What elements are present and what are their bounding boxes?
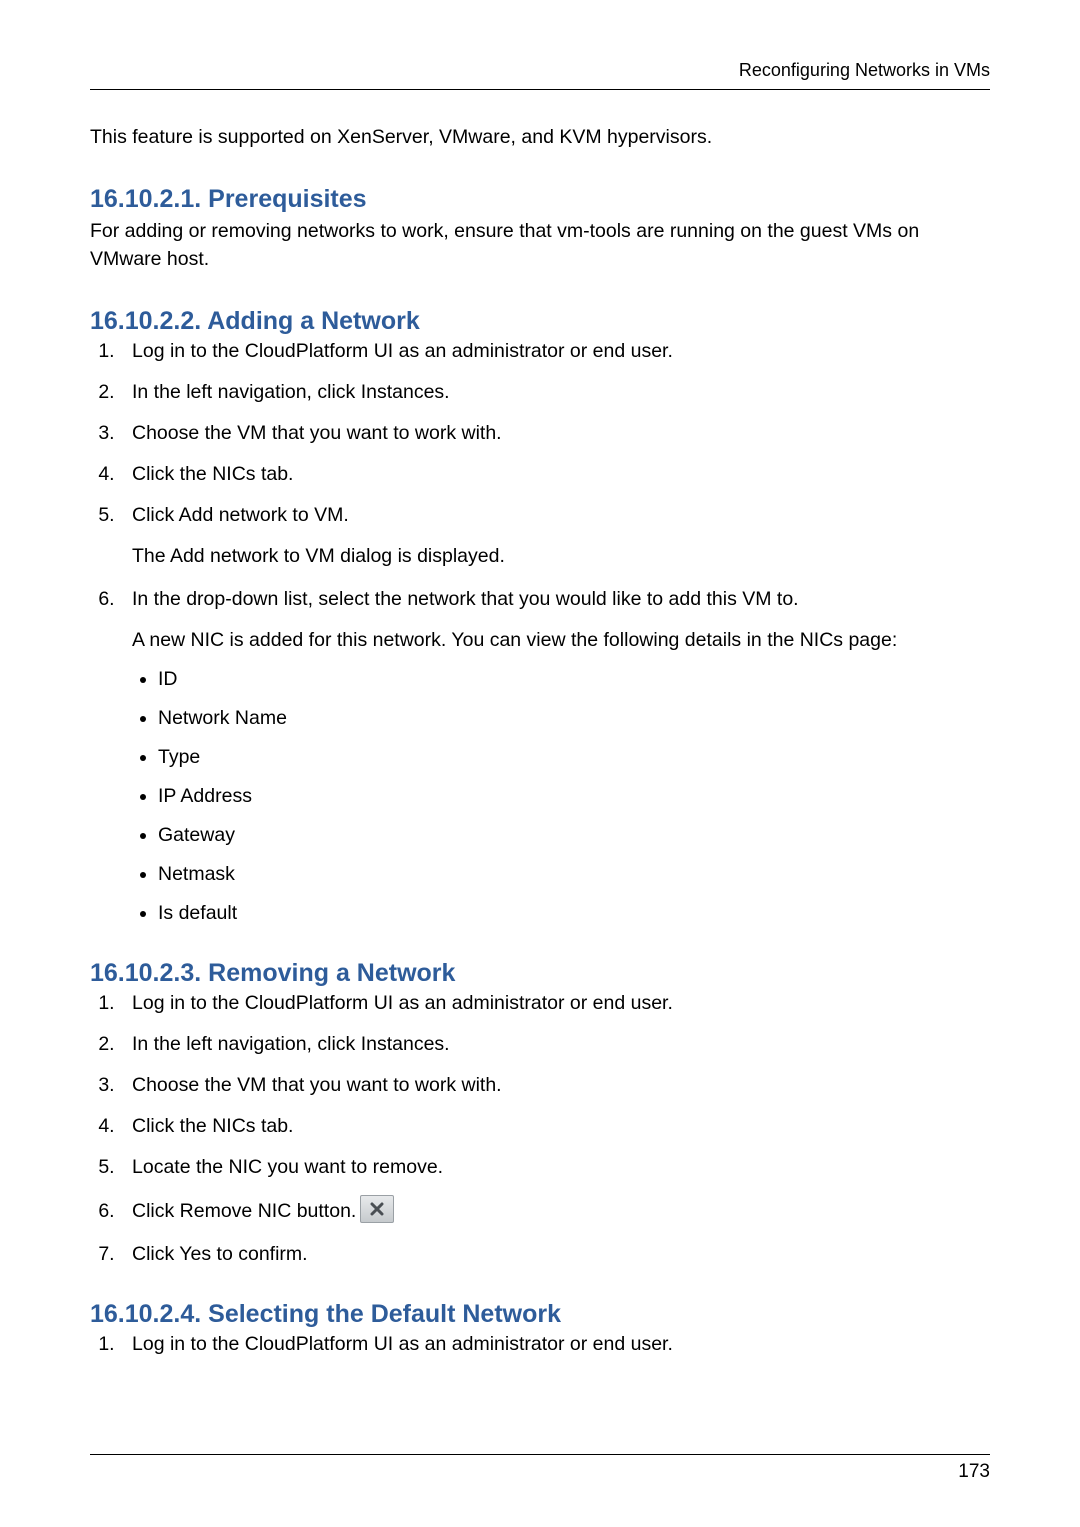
selecting-steps-list: Log in to the CloudPlatform UI as an adm… [90, 1333, 990, 1356]
list-item: Click Remove NIC button. [120, 1197, 990, 1225]
running-header: Reconfiguring Networks in VMs [90, 60, 990, 90]
list-item: Log in to the CloudPlatform UI as an adm… [120, 1333, 990, 1356]
step-text: In the drop-down list, select the networ… [132, 588, 799, 610]
step-text: Choose the VM that you want to work with… [132, 422, 502, 444]
list-item: Netmask [158, 863, 990, 886]
step-text: Log in to the CloudPlatform UI as an adm… [132, 340, 673, 362]
list-item: In the left navigation, click Instances. [120, 1033, 990, 1056]
close-x-icon [370, 1202, 384, 1216]
page-container: Reconfiguring Networks in VMs This featu… [0, 0, 1080, 1527]
list-item: Gateway [158, 824, 990, 847]
list-item: Log in to the CloudPlatform UI as an adm… [120, 992, 990, 1015]
list-item: Locate the NIC you want to remove. [120, 1156, 990, 1179]
section-heading-removing: 16.10.2.3. Removing a Network [90, 959, 990, 988]
list-item: Network Name [158, 707, 990, 730]
step-text: Locate the NIC you want to remove. [132, 1156, 443, 1178]
remove-nic-button[interactable] [360, 1195, 394, 1223]
section-heading-adding: 16.10.2.2. Adding a Network [90, 307, 990, 336]
adding-steps-list: Log in to the CloudPlatform UI as an adm… [90, 340, 990, 926]
section-heading-prereq: 16.10.2.1. Prerequisites [90, 185, 990, 214]
list-item: Choose the VM that you want to work with… [120, 422, 990, 445]
list-item: Choose the VM that you want to work with… [120, 1074, 990, 1097]
nic-details-list: ID Network Name Type IP Address Gateway … [132, 668, 990, 925]
list-item: Type [158, 746, 990, 769]
step-subtext: The Add network to VM dialog is displaye… [132, 543, 990, 570]
running-title: Reconfiguring Networks in VMs [739, 60, 990, 80]
list-item: IP Address [158, 785, 990, 808]
page-number: 173 [958, 1461, 990, 1482]
list-item: Click the NICs tab. [120, 1115, 990, 1138]
prereq-body: For adding or removing networks to work,… [90, 218, 990, 273]
step-text: Click Remove NIC button. [132, 1200, 356, 1223]
step-text: Click the NICs tab. [132, 1115, 293, 1137]
step-text: In the left navigation, click Instances. [132, 381, 450, 403]
list-item: In the drop-down list, select the networ… [120, 588, 990, 925]
list-item: In the left navigation, click Instances. [120, 381, 990, 404]
intro-paragraph: This feature is supported on XenServer, … [90, 124, 990, 151]
step-text: Click Add network to VM. [132, 504, 349, 526]
step-text: Choose the VM that you want to work with… [132, 1074, 502, 1096]
step-text: Click Yes to confirm. [132, 1243, 308, 1265]
list-item: Click Add network to VM. The Add network… [120, 504, 990, 570]
section-heading-selecting: 16.10.2.4. Selecting the Default Network [90, 1300, 990, 1329]
list-item: Is default [158, 902, 990, 925]
step-text: In the left navigation, click Instances. [132, 1033, 450, 1055]
step-subtext: A new NIC is added for this network. You… [132, 627, 990, 654]
page-footer: 173 [90, 1454, 990, 1483]
step-text: Click the NICs tab. [132, 463, 293, 485]
step-text: Log in to the CloudPlatform UI as an adm… [132, 992, 673, 1014]
step-text: Log in to the CloudPlatform UI as an adm… [132, 1333, 673, 1355]
list-item: Click the NICs tab. [120, 463, 990, 486]
list-item: Click Yes to confirm. [120, 1243, 990, 1266]
list-item: ID [158, 668, 990, 691]
list-item: Log in to the CloudPlatform UI as an adm… [120, 340, 990, 363]
removing-steps-list: Log in to the CloudPlatform UI as an adm… [90, 992, 990, 1266]
